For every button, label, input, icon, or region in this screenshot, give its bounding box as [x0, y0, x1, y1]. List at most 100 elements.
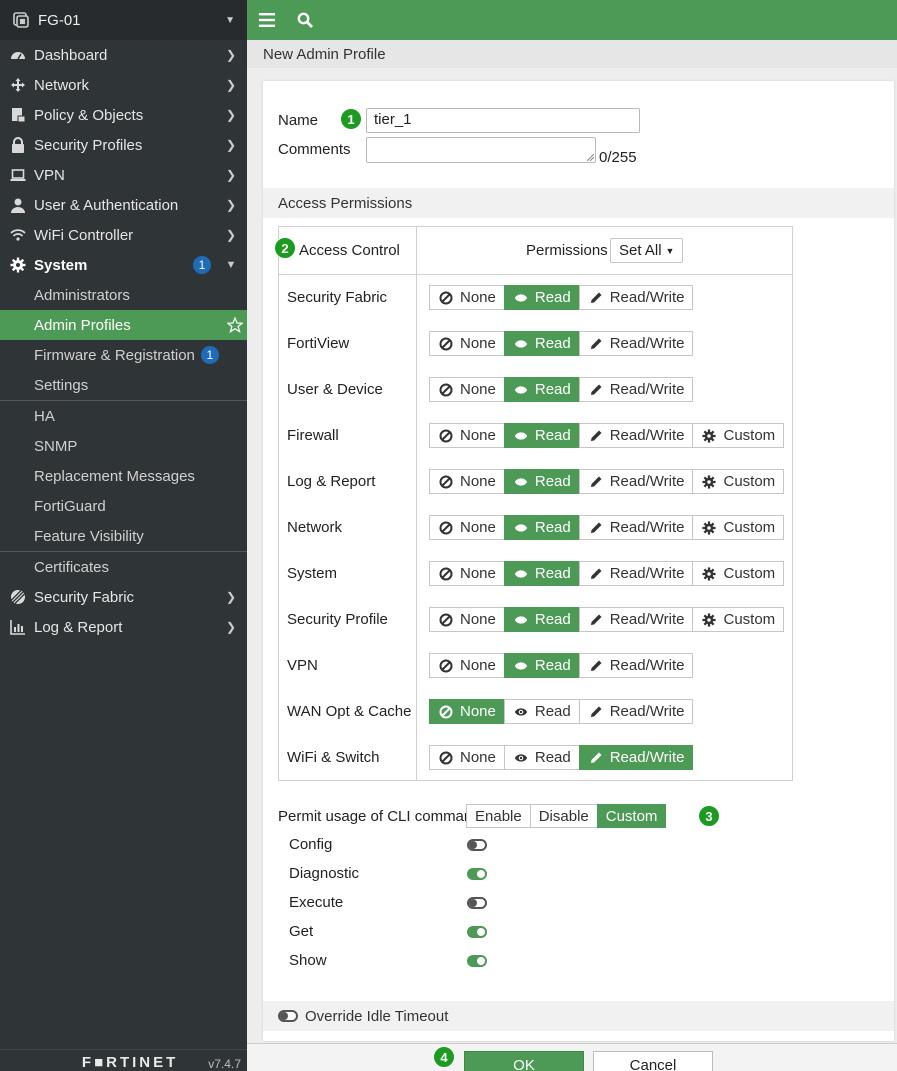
sidebar-footer: F■RTINET v7.4.7 — [0, 1049, 247, 1071]
permission-read-write-button[interactable]: Read/Write — [578, 561, 694, 586]
sidebar-item-wifi[interactable]: WiFi Controller ❯ — [0, 220, 247, 250]
permission-none-button[interactable]: None — [429, 331, 505, 356]
sidebar-subitem-replacement-messages[interactable]: Replacement Messages — [0, 461, 247, 491]
permission-custom-button[interactable]: Custom — [692, 469, 785, 494]
comments-textarea[interactable] — [366, 137, 596, 163]
permission-read-write-button[interactable]: Read/Write — [578, 607, 694, 632]
permission-custom-button[interactable]: Custom — [692, 423, 785, 448]
permission-read-button[interactable]: Read — [503, 561, 580, 586]
permission-read-write-button[interactable]: Read/Write — [578, 699, 694, 724]
set-all-dropdown[interactable]: Set All ▼ — [610, 238, 684, 263]
permission-button-label: None — [460, 335, 496, 352]
sidebar-item-security-fabric[interactable]: Security Fabric ❯ — [0, 582, 247, 612]
cli-toggle-switch[interactable] — [467, 897, 487, 909]
menu-icon[interactable] — [259, 11, 277, 29]
permission-read-write-button[interactable]: Read/Write — [578, 745, 694, 770]
cli-toggle-switch[interactable] — [467, 839, 487, 851]
cli-disable-button[interactable]: Disable — [529, 804, 598, 828]
permission-button-label: Custom — [723, 611, 776, 628]
permission-read-button[interactable]: Read — [503, 745, 580, 770]
sidebar-subitem-firmware[interactable]: Firmware & Registration 1 — [0, 340, 247, 370]
eye-icon — [514, 475, 528, 489]
permission-read-write-button[interactable]: Read/Write — [578, 469, 694, 494]
permission-read-button[interactable]: Read — [503, 469, 580, 494]
table-header: 2 Access Control Permissions Set All ▼ — [274, 227, 792, 275]
permission-none-button[interactable]: None — [429, 377, 505, 402]
sidebar-subitem-fortiguard[interactable]: FortiGuard — [0, 491, 247, 521]
permission-read-button[interactable]: Read — [503, 515, 580, 540]
permission-custom-button[interactable]: Custom — [692, 515, 785, 540]
cancel-button[interactable]: Cancel — [593, 1051, 713, 1071]
ban-icon — [439, 659, 453, 673]
permission-read-write-button[interactable]: Read/Write — [578, 285, 694, 310]
permission-read-write-button[interactable]: Read/Write — [578, 331, 694, 356]
gear-icon — [702, 520, 717, 535]
permission-none-button[interactable]: None — [429, 469, 505, 494]
table-row: FortiView None Read Read/Write — [279, 321, 792, 367]
sidebar-item-user-auth[interactable]: User & Authentication ❯ — [0, 190, 247, 220]
sidebar-subitem-certificates[interactable]: Certificates — [0, 552, 247, 582]
permission-read-write-button[interactable]: Read/Write — [578, 515, 694, 540]
permission-button-label: Read/Write — [609, 381, 685, 398]
permission-read-button[interactable]: Read — [503, 653, 580, 678]
permission-read-write-button[interactable]: Read/Write — [578, 653, 694, 678]
sidebar-item-dashboard[interactable]: Dashboard ❯ — [0, 40, 247, 70]
search-icon[interactable] — [297, 11, 315, 29]
cli-toggle-switch[interactable] — [467, 868, 487, 880]
page-title: New Admin Profile — [247, 40, 897, 68]
name-input[interactable]: tier_1 — [366, 108, 640, 133]
sidebar-item-security-profiles[interactable]: Security Profiles ❯ — [0, 130, 247, 160]
sidebar-item-vpn[interactable]: VPN ❯ — [0, 160, 247, 190]
resize-handle-icon[interactable] — [587, 154, 594, 161]
sidebar-item-log-report[interactable]: Log & Report ❯ — [0, 612, 247, 642]
permission-none-button[interactable]: None — [429, 515, 505, 540]
ok-button[interactable]: OK — [464, 1051, 584, 1071]
permission-button-label: Read/Write — [609, 565, 685, 582]
table-row: Security Profile None Read Read/Write Custom — [279, 597, 792, 643]
permission-read-write-button[interactable]: Read/Write — [578, 423, 694, 448]
permission-none-button[interactable]: None — [429, 699, 505, 724]
override-idle-toggle[interactable] — [278, 1010, 298, 1022]
permission-none-button[interactable]: None — [429, 745, 505, 770]
permission-read-button[interactable]: Read — [503, 699, 580, 724]
sidebar-item-label: Policy & Objects — [34, 106, 144, 124]
star-icon[interactable] — [227, 317, 243, 333]
sidebar-subitem-admin-profiles[interactable]: Admin Profiles — [0, 310, 247, 340]
permission-button-label: None — [460, 289, 496, 306]
eye-icon — [514, 659, 528, 673]
permission-none-button[interactable]: None — [429, 561, 505, 586]
permission-read-button[interactable]: Read — [503, 423, 580, 448]
cli-toggle-switch[interactable] — [467, 926, 487, 938]
permission-read-write-button[interactable]: Read/Write — [578, 377, 694, 402]
permission-none-button[interactable]: None — [429, 285, 505, 310]
sidebar-item-policy-objects[interactable]: Policy & Objects ❯ — [0, 100, 247, 130]
sidebar-subitem-snmp[interactable]: SNMP — [0, 431, 247, 461]
permission-none-button[interactable]: None — [429, 607, 505, 632]
permission-read-button[interactable]: Read — [503, 331, 580, 356]
cli-custom-button[interactable]: Custom — [596, 804, 667, 828]
ban-icon — [439, 429, 453, 443]
sidebar-subitem-ha[interactable]: HA — [0, 401, 247, 431]
permission-row-label: Security Profile — [287, 611, 388, 628]
sidebar-subitem-feature-visibility[interactable]: Feature Visibility — [0, 521, 247, 551]
user-icon — [9, 197, 27, 213]
sidebar-item-network[interactable]: Network ❯ — [0, 70, 247, 100]
permission-none-button[interactable]: None — [429, 653, 505, 678]
permission-none-button[interactable]: None — [429, 423, 505, 448]
cli-toggle-switch[interactable] — [467, 955, 487, 967]
permission-button-label: Read/Write — [609, 749, 685, 766]
cli-mode-group: Enable Disable Custom — [466, 804, 667, 828]
permission-read-button[interactable]: Read — [503, 607, 580, 632]
sidebar-subitem-administrators[interactable]: Administrators — [0, 280, 247, 310]
device-selector[interactable]: FG-01 ▼ — [0, 0, 247, 40]
permission-read-button[interactable]: Read — [503, 285, 580, 310]
table-row: Network None Read Read/Write Custom — [279, 505, 792, 551]
permission-custom-button[interactable]: Custom — [692, 607, 785, 632]
permission-button-group: None Read Read/Write Custom — [429, 469, 785, 494]
permission-button-label: Read — [534, 473, 571, 490]
sidebar-item-system[interactable]: System 1 ▼ — [0, 250, 247, 280]
cli-enable-button[interactable]: Enable — [466, 804, 531, 828]
permission-read-button[interactable]: Read — [503, 377, 580, 402]
sidebar-subitem-settings[interactable]: Settings — [0, 370, 247, 400]
permission-custom-button[interactable]: Custom — [692, 561, 785, 586]
